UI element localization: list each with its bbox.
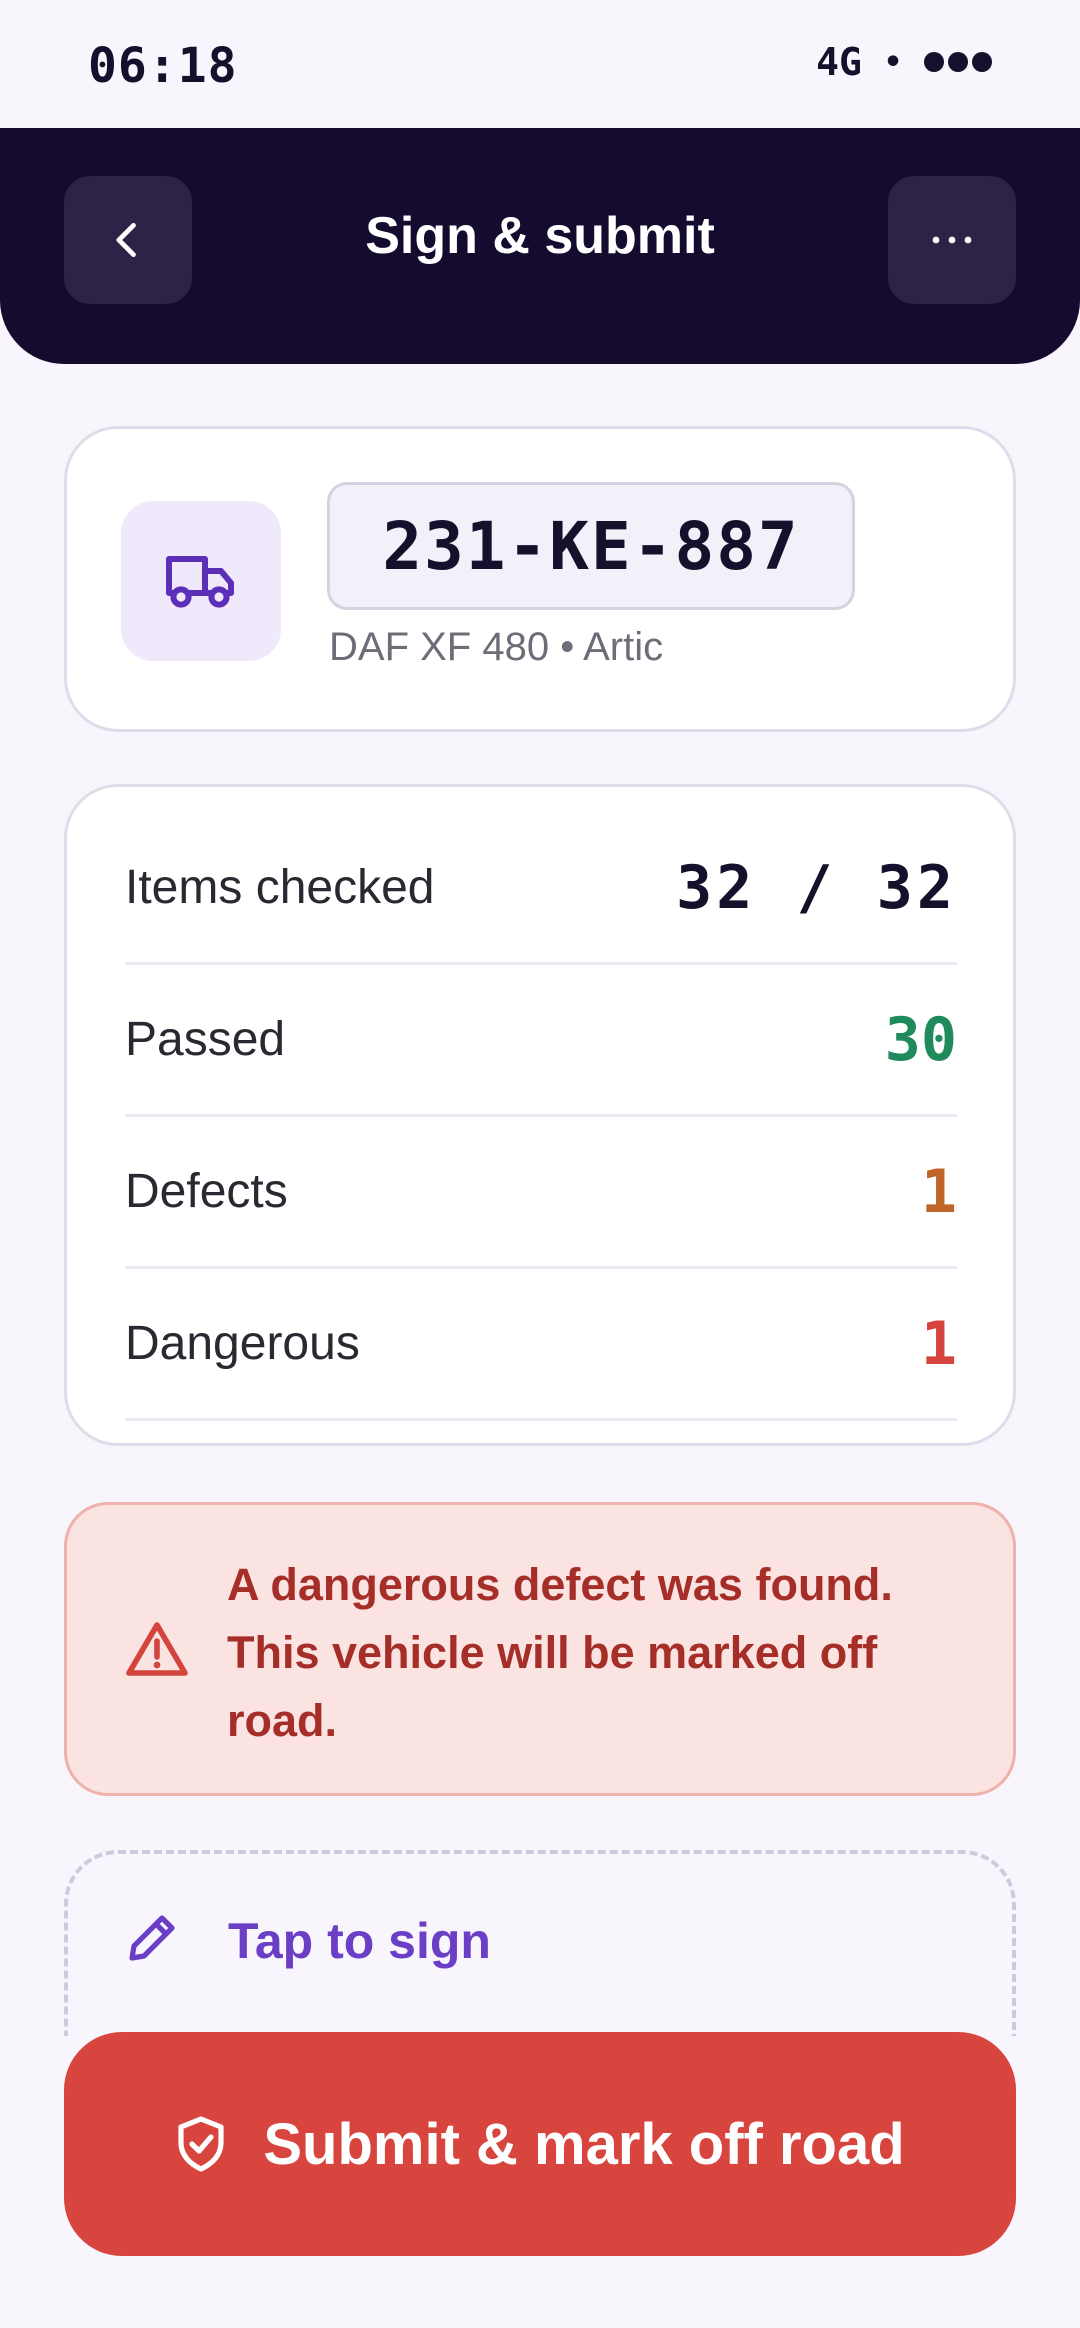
submit-mark-off-road-button[interactable]: Submit & mark off road	[64, 2032, 1016, 2256]
vehicle-card: 231-KE-887 DAF XF 480 • Artic	[64, 426, 1016, 732]
signature-pad[interactable]: Tap to sign	[62, 1850, 1018, 2060]
status-indicators: 4G •	[816, 40, 992, 84]
summary-label: Passed	[125, 1013, 286, 1066]
summary-value: 1	[920, 1308, 957, 1379]
summary-row-items-checked: Items checked 32 / 32	[125, 813, 957, 965]
summary-label: Items checked	[125, 861, 435, 914]
summary-label: Defects	[125, 1165, 288, 1218]
app-header: Sign & submit	[0, 128, 1080, 364]
pencil-icon	[129, 1915, 175, 1961]
alert-message: A dangerous defect was found. This vehic…	[227, 1559, 893, 1746]
status-bar: 06:18 4G •	[0, 0, 1080, 128]
shield-check-icon	[178, 2116, 224, 2172]
vehicle-icon-tile	[121, 501, 281, 661]
dangerous-defect-alert: A dangerous defect was found. This vehic…	[64, 1502, 1016, 1796]
summary-value: 32 / 32	[676, 852, 957, 923]
summary-row-dangerous: Dangerous 1	[125, 1269, 957, 1421]
status-time: 06:18	[88, 38, 238, 94]
summary-row-defects: Defects 1	[125, 1117, 957, 1269]
inspection-summary-card: Items checked 32 / 32 Passed 30 Defects …	[64, 784, 1016, 1446]
submit-label: Submit & mark off road	[263, 2111, 905, 2177]
ellipsis-icon	[932, 236, 972, 244]
summary-label: Dangerous	[125, 1317, 360, 1370]
summary-row-passed: Passed 30	[125, 965, 957, 1117]
signal-icon	[924, 52, 992, 72]
registration-plate: 231-KE-887	[327, 482, 855, 610]
tap-to-sign-label: Tap to sign	[228, 1913, 491, 1969]
status-separator: •	[883, 44, 902, 80]
summary-value: 1	[920, 1156, 957, 1227]
warning-triangle-icon	[126, 1622, 188, 1676]
more-options-button[interactable]	[888, 176, 1016, 304]
truck-icon	[166, 556, 234, 608]
vehicle-details: DAF XF 480 • Artic	[329, 625, 664, 669]
summary-value: 30	[884, 1004, 957, 1075]
network-type: 4G	[816, 40, 862, 84]
